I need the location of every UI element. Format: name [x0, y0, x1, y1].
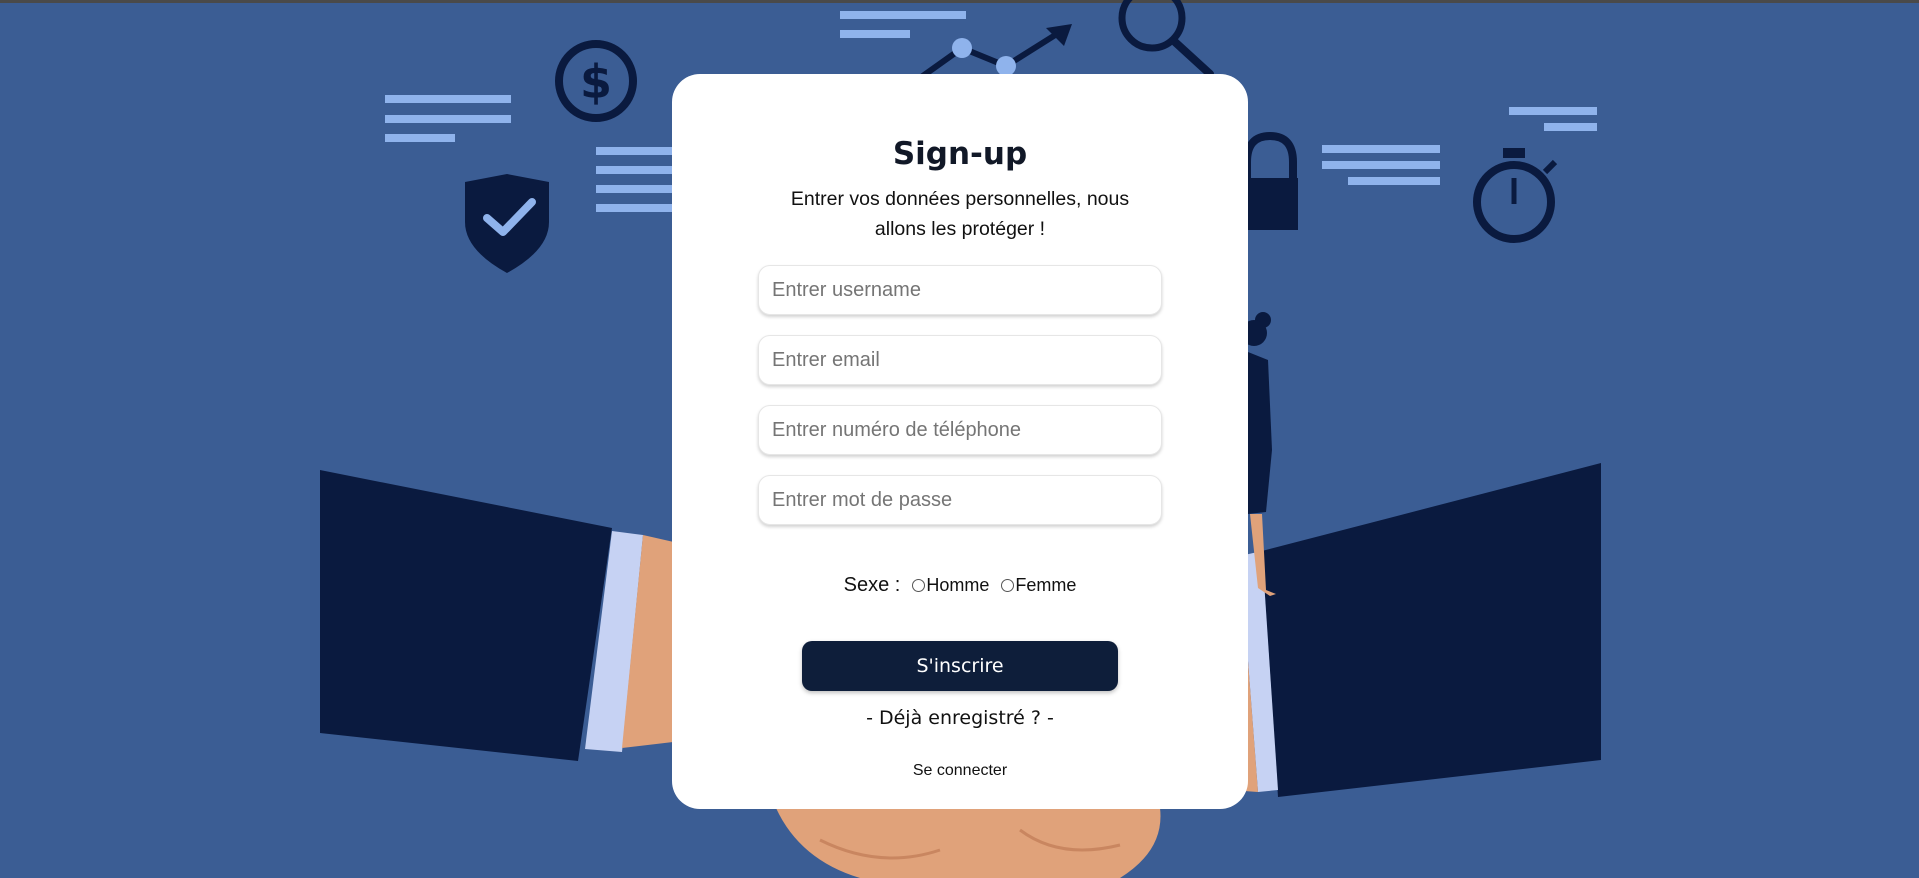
login-link[interactable]: Se connecter	[672, 762, 1248, 780]
svg-text:$: $	[580, 55, 612, 109]
signup-card: Sign-up Entrer vos données personnelles,…	[672, 74, 1248, 809]
username-field[interactable]	[758, 265, 1162, 315]
radio-homme[interactable]	[912, 578, 926, 592]
email-field[interactable]	[758, 335, 1162, 385]
shield-check-icon	[465, 174, 549, 273]
radio-femme[interactable]	[1001, 578, 1015, 592]
gender-option-homme[interactable]: Homme	[912, 575, 989, 596]
handshake-left-arm	[320, 470, 700, 761]
handshake-hands	[776, 808, 1161, 878]
handshake-right-arm	[1222, 463, 1601, 797]
password-field[interactable]	[758, 475, 1162, 525]
gender-option-label: Homme	[926, 574, 990, 595]
magnifier-icon	[1118, 0, 1214, 78]
gender-option-femme[interactable]: Femme	[1001, 575, 1076, 596]
already-registered-text: - Déjà enregistré ? -	[866, 707, 1054, 729]
signup-button[interactable]: S'inscrire	[802, 641, 1118, 691]
dollar-coin-icon: $	[555, 40, 637, 122]
gender-option-label: Femme	[1015, 574, 1077, 595]
stopwatch-icon	[1473, 148, 1558, 243]
gender-selector: Sexe : Homme Femme	[672, 570, 1248, 600]
page-title: Sign-up	[892, 136, 1028, 172]
text-lines-decoration-right	[1322, 107, 1597, 185]
subtitle: Entrer vos données personnelles, nous al…	[790, 188, 1130, 240]
gender-label: Sexe :	[843, 573, 901, 596]
phone-field[interactable]	[758, 405, 1162, 455]
padlock-icon	[1240, 131, 1298, 230]
text-lines-decoration-top	[840, 11, 966, 38]
trend-chart-icon	[918, 24, 1072, 81]
